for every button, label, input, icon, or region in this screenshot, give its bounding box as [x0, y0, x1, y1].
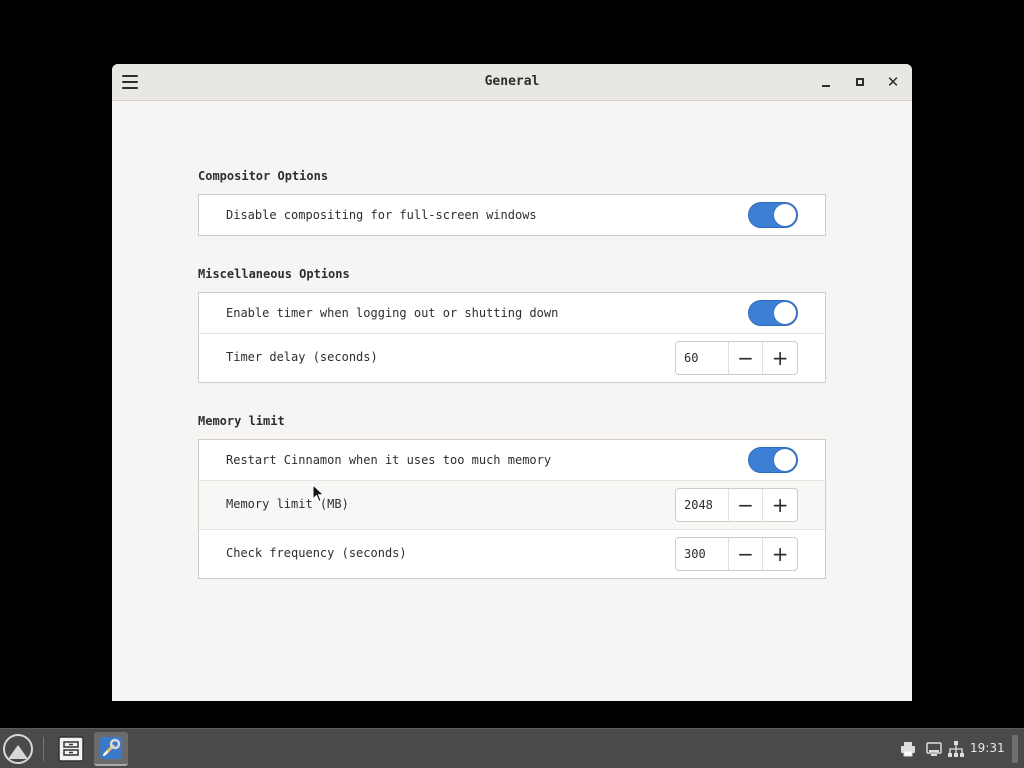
- files-app-button[interactable]: [54, 732, 88, 766]
- disable-compositing-toggle[interactable]: [748, 202, 798, 228]
- memory-options-box: Restart Cinnamon when it uses too much m…: [198, 439, 826, 579]
- check-frequency-input[interactable]: 300: [676, 538, 728, 570]
- memory-limit-label: Memory limit (MB): [226, 497, 349, 511]
- toggle-knob: [774, 204, 796, 226]
- check-frequency-label: Check frequency (seconds): [226, 546, 407, 560]
- section-title-misc: Miscellaneous Options: [198, 267, 350, 281]
- setting-row-check-frequency: Check frequency (seconds) 300 − +: [199, 530, 825, 578]
- toggle-knob: [774, 449, 796, 471]
- printer-icon[interactable]: [900, 741, 916, 757]
- setting-row-disable-compositing: Disable compositing for full-screen wind…: [199, 195, 825, 235]
- start-menu-icon[interactable]: [3, 734, 33, 764]
- network-icon[interactable]: [948, 741, 964, 757]
- toggle-knob: [774, 302, 796, 324]
- section-title-compositor: Compositor Options: [198, 169, 329, 183]
- timer-delay-increment-button[interactable]: +: [762, 342, 797, 374]
- taskbar: 19:31: [0, 728, 1024, 768]
- show-desktop-button[interactable]: [1012, 735, 1018, 763]
- display-icon[interactable]: [926, 741, 942, 757]
- taskbar-separator: [43, 737, 44, 761]
- close-button[interactable]: ✕: [884, 73, 902, 91]
- setting-row-timer-delay: Timer delay (seconds) 60 − +: [199, 334, 825, 382]
- restart-cinnamon-label: Restart Cinnamon when it uses too much m…: [226, 453, 552, 467]
- memory-limit-spinbox: 2048 − +: [675, 488, 798, 522]
- settings-icon: [100, 737, 122, 759]
- timer-delay-input[interactable]: 60: [676, 342, 728, 374]
- check-frequency-spinbox: 300 − +: [675, 537, 798, 571]
- misc-options-box: Enable timer when logging out or shuttin…: [198, 292, 826, 383]
- minimize-button[interactable]: [817, 73, 835, 91]
- clock[interactable]: 19:31: [970, 741, 1005, 755]
- files-icon: [58, 736, 84, 762]
- settings-window: General ✕ Compositor Options Disable com…: [112, 64, 912, 701]
- check-frequency-decrement-button[interactable]: −: [727, 538, 763, 570]
- memory-limit-increment-button[interactable]: +: [762, 489, 797, 521]
- restart-cinnamon-toggle[interactable]: [748, 447, 798, 473]
- settings-app-button[interactable]: [94, 732, 128, 766]
- setting-row-restart-cinnamon: Restart Cinnamon when it uses too much m…: [199, 440, 825, 481]
- timer-delay-spinbox: 60 − +: [675, 341, 798, 375]
- setting-row-enable-timer: Enable timer when logging out or shuttin…: [199, 293, 825, 334]
- setting-row-memory-limit: Memory limit (MB) 2048 − +: [199, 481, 825, 530]
- memory-limit-decrement-button[interactable]: −: [727, 489, 763, 521]
- compositor-options-box: Disable compositing for full-screen wind…: [198, 194, 826, 236]
- enable-timer-label: Enable timer when logging out or shuttin…: [226, 306, 559, 320]
- timer-delay-decrement-button[interactable]: −: [727, 342, 763, 374]
- enable-timer-toggle[interactable]: [748, 300, 798, 326]
- section-title-memory: Memory limit: [198, 414, 285, 428]
- check-frequency-increment-button[interactable]: +: [762, 538, 797, 570]
- memory-limit-input[interactable]: 2048: [676, 489, 728, 521]
- titlebar: General ✕: [112, 64, 912, 101]
- timer-delay-label: Timer delay (seconds): [226, 350, 378, 364]
- maximize-button[interactable]: [851, 73, 869, 91]
- disable-compositing-label: Disable compositing for full-screen wind…: [226, 208, 537, 222]
- window-title: General: [484, 74, 540, 89]
